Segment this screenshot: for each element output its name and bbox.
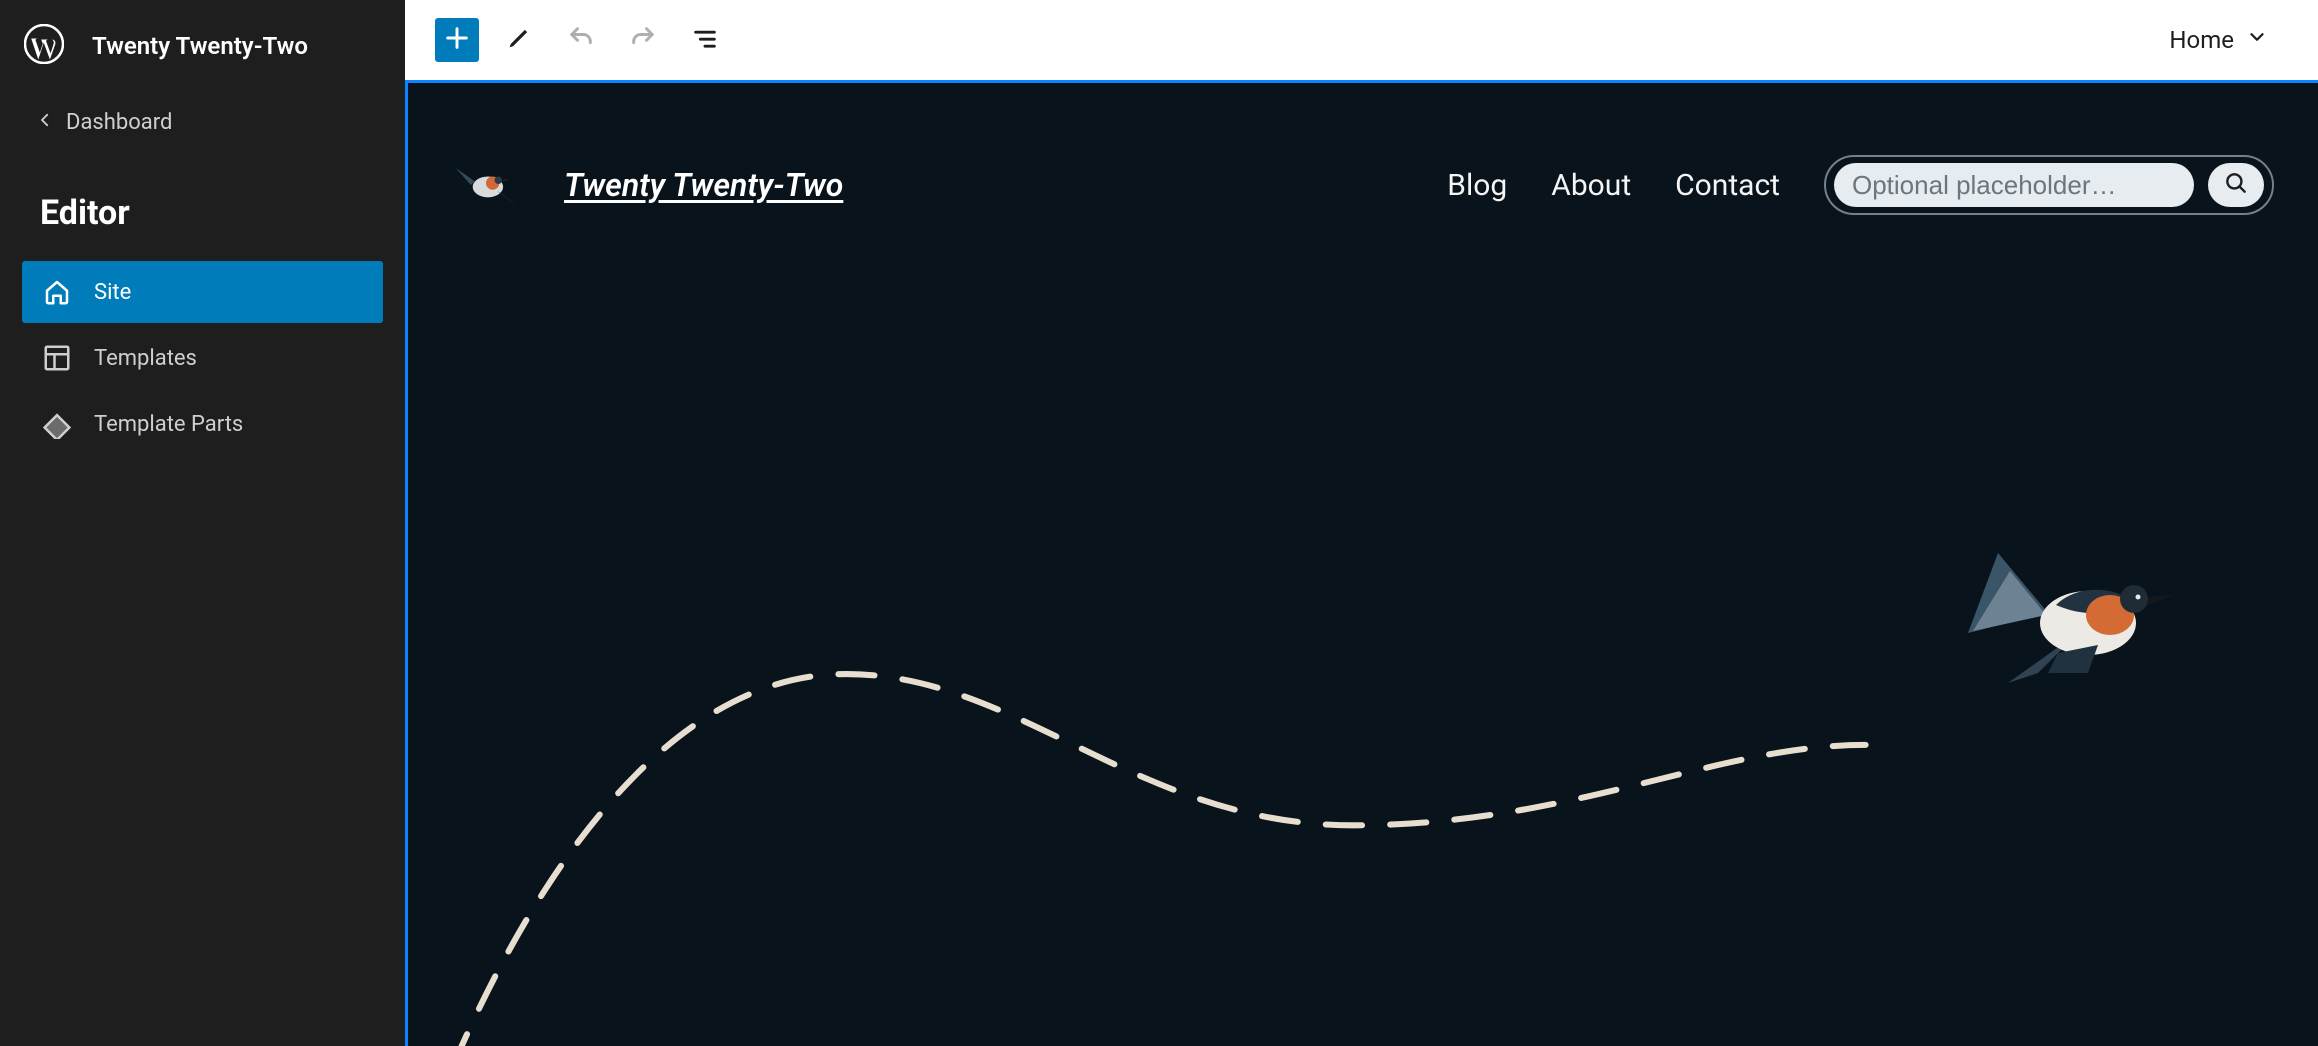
theme-name: Twenty Twenty-Two <box>92 32 308 60</box>
hero-bird-icon <box>1938 523 2178 703</box>
nav-link-contact[interactable]: Contact <box>1675 168 1780 203</box>
editor-toolbar: Home <box>405 0 2318 80</box>
wordpress-logo-icon[interactable] <box>24 24 64 68</box>
diamond-icon <box>42 409 72 439</box>
nav-link-blog[interactable]: Blog <box>1447 168 1507 203</box>
editor-sidebar: Twenty Twenty-Two Dashboard Editor Site … <box>0 0 405 1046</box>
toolbar-left <box>435 18 727 62</box>
editor-main: Home Twenty Twenty-Two Blog About <box>405 0 2318 1046</box>
listview-icon <box>691 24 719 56</box>
sidebar-header: Twenty Twenty-Two <box>0 0 405 96</box>
undo-button <box>559 18 603 62</box>
site-header: Twenty Twenty-Two Blog About Contact <box>408 83 2318 223</box>
bird-logo-icon <box>448 147 524 223</box>
nav-link-about[interactable]: About <box>1551 168 1631 203</box>
chevron-left-icon <box>36 110 54 135</box>
pencil-icon <box>505 24 533 56</box>
listview-button[interactable] <box>683 18 727 62</box>
layout-icon <box>42 343 72 373</box>
sidebar-section-title: Editor <box>0 149 405 261</box>
search-block <box>1824 155 2274 215</box>
back-label: Dashboard <box>66 110 172 135</box>
site-logo[interactable] <box>448 147 524 223</box>
plus-icon <box>443 24 471 56</box>
redo-icon <box>629 24 657 56</box>
site-title-link[interactable]: Twenty Twenty-Two <box>564 166 843 204</box>
search-icon <box>2223 170 2249 200</box>
search-input[interactable] <box>1834 163 2194 207</box>
redo-button <box>621 18 665 62</box>
search-button[interactable] <box>2208 163 2264 207</box>
sidebar-item-label: Template Parts <box>94 412 243 437</box>
home-icon <box>42 277 72 307</box>
sidebar-item-label: Templates <box>94 346 197 371</box>
sidebar-item-label: Site <box>94 280 131 305</box>
sidebar-item-template-parts[interactable]: Template Parts <box>22 393 383 455</box>
chevron-down-icon <box>2246 26 2268 54</box>
template-label: Home <box>2169 26 2234 54</box>
sidebar-item-templates[interactable]: Templates <box>22 327 383 389</box>
hero-illustration <box>408 383 2318 1046</box>
sidebar-nav: Site Templates Template Parts <box>0 261 405 455</box>
template-selector[interactable]: Home <box>2169 26 2288 54</box>
undo-icon <box>567 24 595 56</box>
editor-canvas[interactable]: Twenty Twenty-Two Blog About Contact <box>405 80 2318 1046</box>
back-to-dashboard[interactable]: Dashboard <box>0 96 405 149</box>
block-inserter-button[interactable] <box>435 18 479 62</box>
tools-button[interactable] <box>497 18 541 62</box>
sidebar-item-site[interactable]: Site <box>22 261 383 323</box>
primary-nav: Blog About Contact <box>1447 155 2274 215</box>
flight-path-icon <box>408 383 2318 1046</box>
